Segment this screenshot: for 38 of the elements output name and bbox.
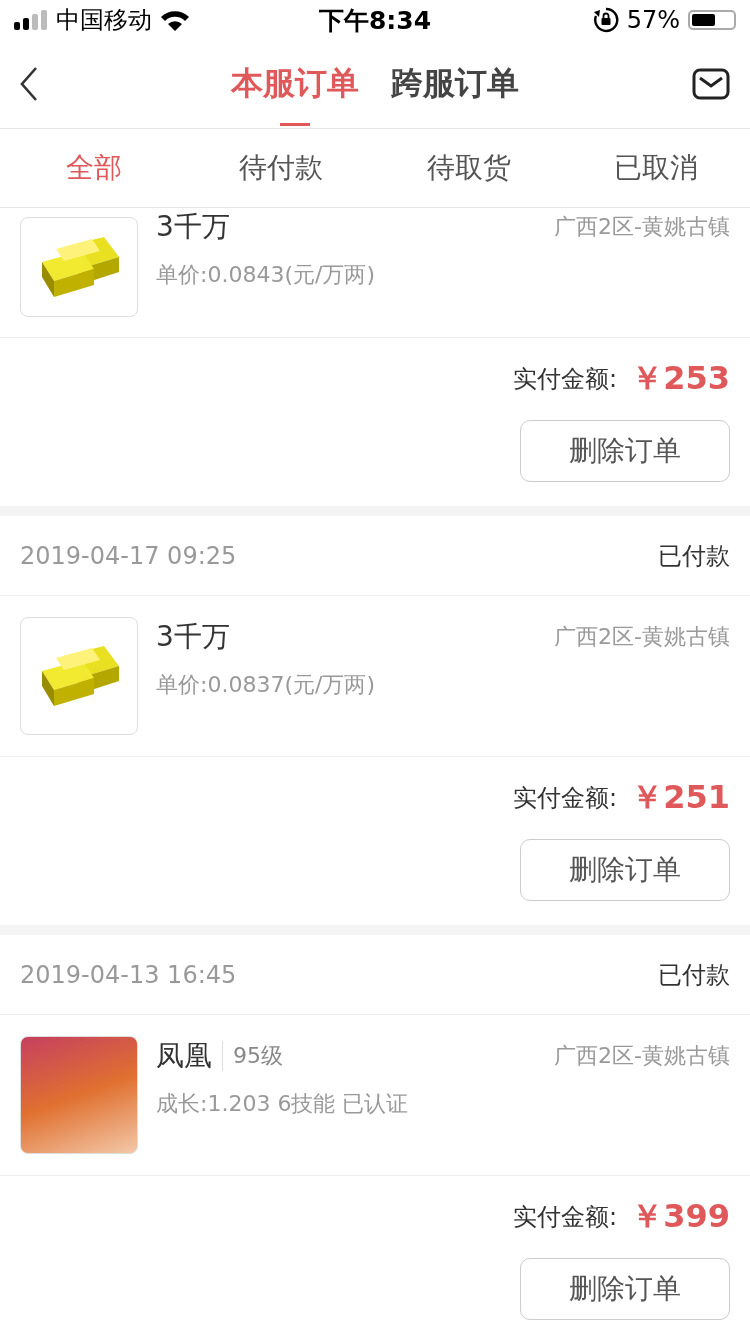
- amount-value: ￥251: [631, 777, 730, 818]
- filter-tab[interactable]: 全部: [0, 129, 188, 207]
- product-detail: 成长:1.203 6技能 已认证: [156, 1090, 410, 1118]
- product-level: 95级: [222, 1041, 283, 1071]
- amount-value: ￥399: [631, 1196, 730, 1237]
- amount-value: ￥253: [631, 358, 730, 399]
- status-time: 下午8:34: [318, 4, 432, 37]
- amount-label: 实付金额:: [513, 1202, 618, 1233]
- amount-label: 实付金额:: [513, 364, 618, 395]
- battery-percent: 57%: [626, 6, 680, 34]
- filter-tab[interactable]: 待取货: [375, 129, 563, 207]
- order-date: 2019-04-17 09:25: [20, 541, 237, 570]
- mail-icon[interactable]: [692, 68, 730, 100]
- filter-tab[interactable]: 待付款: [187, 129, 375, 207]
- wifi-icon: [160, 9, 190, 31]
- order-status: 已付款: [658, 959, 730, 991]
- battery-icon: [688, 10, 736, 30]
- product-name: 3千万: [156, 209, 230, 245]
- server-name: 广西2区-黄姚古镇: [554, 213, 730, 241]
- server-name: 广西2区-黄姚古镇: [554, 1042, 730, 1070]
- order-date: 2019-04-13 16:45: [20, 960, 237, 989]
- signal-icon: [14, 10, 48, 30]
- order-type-tab[interactable]: 跨服订单: [391, 42, 519, 126]
- order-type-tab[interactable]: 本服订单: [231, 42, 359, 126]
- amount-label: 实付金额:: [513, 783, 618, 814]
- server-name: 广西2区-黄姚古镇: [554, 623, 730, 651]
- product-name: 凤凰: [156, 1038, 212, 1074]
- product-name: 3千万: [156, 619, 230, 655]
- filter-tab[interactable]: 已取消: [562, 129, 750, 207]
- delete-order-button[interactable]: 删除订单: [520, 839, 730, 901]
- product-detail: 单价:0.0837(元/万两): [156, 671, 376, 699]
- carrier-name: 中国移动: [56, 5, 152, 36]
- product-detail: 单价:0.0843(元/万两): [156, 261, 376, 289]
- order-status: 已付款: [658, 540, 730, 572]
- delete-order-button[interactable]: 删除订单: [520, 1258, 730, 1320]
- delete-order-button[interactable]: 删除订单: [520, 420, 730, 482]
- rotation-lock-icon: [592, 7, 619, 33]
- back-icon[interactable]: [20, 67, 38, 101]
